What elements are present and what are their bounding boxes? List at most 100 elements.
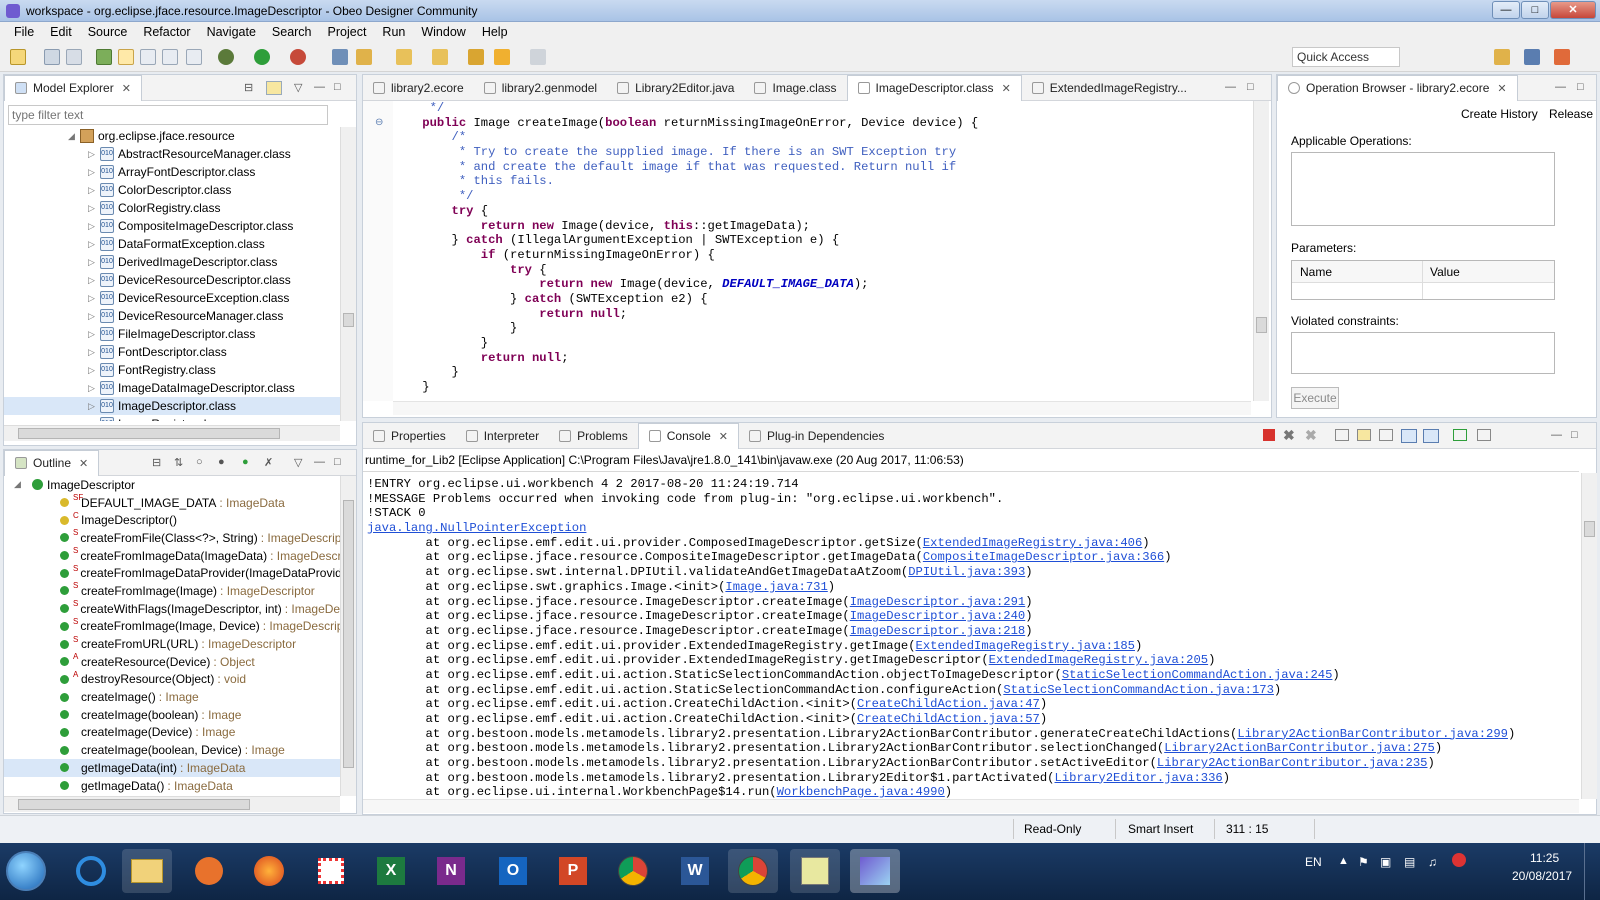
tree-item[interactable]: ▷ 010 DeviceResourceDescriptor.class [4,271,340,289]
outline-item[interactable]: AdestroyResource(Object) : void [4,670,340,689]
editor-tab[interactable]: library2.ecore [363,75,474,101]
parameters-table[interactable]: Name Value [1291,260,1555,300]
show-hidden-icons-icon[interactable]: ▲ [1338,855,1349,867]
expanded-arrow-icon[interactable]: ◢ [14,479,26,490]
tab-outline[interactable]: Outline ✕ [4,449,100,476]
remove-launch-icon[interactable]: ✖ [1283,427,1295,444]
source-link[interactable]: ExtendedImageRegistry.java:185 [916,639,1135,653]
save-icon[interactable] [44,49,60,65]
maximize-view-icon[interactable]: □ [1577,81,1584,93]
tree-item[interactable]: ▷ 010 AbstractResourceManager.class [4,145,340,163]
tree-item[interactable]: ▷ 010 FontRegistry.class [4,361,340,379]
outline-item[interactable]: createImage(Device) : Image [4,724,340,742]
source-link[interactable]: CreateChildAction.java:47 [857,697,1040,711]
collapsed-arrow-icon[interactable]: ▷ [88,221,100,232]
collapsed-arrow-icon[interactable]: ▷ [88,203,100,214]
outline-item[interactable]: createImage() : Image [4,688,340,706]
start-button[interactable] [6,851,46,891]
execute-button[interactable]: Execute [1291,387,1339,409]
collapsed-arrow-icon[interactable]: ▷ [88,275,100,286]
next-annotation-icon[interactable] [396,49,412,65]
collapse-all-icon[interactable]: ⊟ [244,81,253,94]
menu-source[interactable]: Source [80,25,136,39]
expanded-arrow-icon[interactable]: ◢ [68,131,80,142]
outline-scroll-thumb[interactable] [343,500,354,768]
outline-item[interactable]: ScreateFromFile(Class<?>, String) : Imag… [4,528,340,547]
powerpoint-icon[interactable]: P [548,849,598,893]
onenote-icon[interactable]: N [426,849,476,893]
run-icon[interactable] [254,49,270,65]
collapsed-arrow-icon[interactable]: ▷ [88,239,100,250]
outline-item[interactable]: SF DEFAULT_IMAGE_DATA : ImageData [4,493,340,512]
console-view-tab[interactable]: Plug-in Dependencies [739,423,894,449]
open-perspective-icon[interactable] [1494,49,1510,65]
source-link[interactable]: Library2Editor.java:336 [1055,771,1223,785]
outline-item[interactable]: createImage(boolean, Device) : Image [4,741,340,759]
word-icon[interactable]: W [670,849,720,893]
applicable-operations-list[interactable] [1291,152,1555,226]
refresh-icon[interactable] [96,49,112,65]
quick-access-input[interactable]: Quick Access [1292,47,1400,67]
source-link[interactable]: ImageDescriptor.java:291 [850,595,1026,609]
tree-item[interactable]: ▷ 010 FileImageDescriptor.class [4,325,340,343]
tree-horizontal-scrollbar[interactable] [4,425,340,441]
link-editor-icon[interactable] [266,81,282,95]
outline-item[interactable]: createImage(boolean) : Image [4,706,340,724]
open-type-icon[interactable] [332,49,348,65]
close-icon[interactable]: ✕ [1497,82,1506,95]
collapsed-arrow-icon[interactable]: ▷ [88,311,100,322]
toggle-mark-icon[interactable] [118,49,134,65]
editor-tab[interactable]: library2.genmodel [474,75,607,101]
menu-file[interactable]: File [6,25,42,39]
hide-local-types-icon[interactable]: ✗ [264,456,273,469]
console-scroll-thumb[interactable] [1584,521,1595,537]
security-icon[interactable] [1452,853,1466,867]
minimize-editor-icon[interactable]: — [1225,81,1236,93]
display-console-icon[interactable] [1477,429,1491,441]
minimize-button[interactable]: — [1492,1,1520,19]
maximize-button[interactable]: □ [1521,1,1549,19]
close-button[interactable]: ✕ [1550,1,1596,19]
close-icon[interactable]: ✕ [122,82,131,95]
source-link[interactable]: ExtendedImageRegistry.java:205 [989,653,1208,667]
tree-item[interactable]: ▷ 010 DeviceResourceManager.class [4,307,340,325]
outline-item[interactable]: ScreateFromImage(Image) : ImageDescripto… [4,581,340,600]
close-icon[interactable]: ✕ [719,430,728,443]
console-view-tab[interactable]: Problems [549,423,638,449]
media-player-icon[interactable] [184,849,234,893]
view-menu-icon[interactable]: ▽ [294,81,302,94]
menu-help[interactable]: Help [474,25,516,39]
debug-icon[interactable] [218,49,234,65]
outline-root[interactable]: ◢ ImageDescriptor [4,476,340,494]
action-center-icon[interactable]: ▣ [1380,855,1391,869]
collapsed-arrow-icon[interactable]: ▷ [88,347,100,358]
fold-icon[interactable]: ⊖ [375,117,383,128]
collapsed-arrow-icon[interactable]: ▷ [88,185,100,196]
chrome-icon[interactable] [608,849,658,893]
tab-model-explorer[interactable]: Model Explorer ✕ [4,74,142,101]
editor-horizontal-scrollbar[interactable] [393,401,1251,415]
console-vertical-scrollbar[interactable] [1581,473,1597,799]
collapsed-arrow-icon[interactable]: ▷ [88,257,100,268]
last-edit-icon[interactable] [468,49,484,65]
maximize-view-icon[interactable]: □ [334,456,341,468]
minimize-view-icon[interactable]: — [314,456,325,468]
hide-static-icon[interactable]: ● [218,456,225,468]
collapsed-arrow-icon[interactable]: ▷ [88,419,100,422]
menu-search[interactable]: Search [264,25,320,39]
outline-horizontal-scrollbar[interactable] [4,796,340,812]
collapsed-arrow-icon[interactable]: ▷ [88,293,100,304]
flag-icon[interactable]: ⚑ [1358,855,1369,869]
outline-item[interactable]: ScreateWithFlags(ImageDescriptor, int) :… [4,599,340,618]
source-link[interactable]: Library2ActionBarContributor.java:235 [1157,756,1428,770]
editor-tab[interactable]: ImageDescriptor.class ✕ [846,74,1022,101]
menu-window[interactable]: Window [413,25,473,39]
editor-tab[interactable]: Library2Editor.java [607,75,744,101]
hide-nonpublic-icon[interactable]: ● [242,456,249,468]
tree-item[interactable]: ▷ 010 ColorRegistry.class [4,199,340,217]
console-view-tab[interactable]: Interpreter [456,423,549,449]
minimize-view-icon[interactable]: — [314,81,325,93]
tab-operation-browser[interactable]: Operation Browser - library2.ecore ✕ [1277,74,1518,101]
tree-item[interactable]: ▷ 010 ImageDescriptor.class [4,397,340,415]
tree-item[interactable]: ▷ 010 CompositeImageDescriptor.class [4,217,340,235]
